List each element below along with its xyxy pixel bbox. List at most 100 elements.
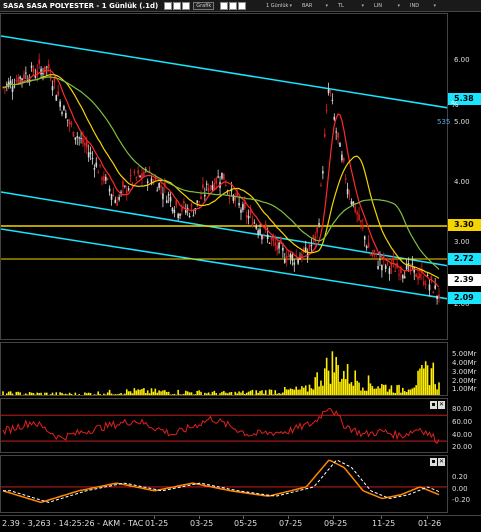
candle-body: [101, 177, 103, 180]
candle-body: [150, 178, 153, 183]
price-axis: 6.00 5.00 4.00 3.00 2.00 5.38 3.30 2.72 …: [448, 13, 481, 340]
toolbar-mini-button[interactable]: Grafik: [193, 1, 215, 10]
toolbar-check-6[interactable]: [238, 1, 247, 10]
volume-bar: [137, 389, 139, 395]
volume-bar: [362, 387, 364, 395]
volume-bar: [407, 389, 410, 395]
volume-bar: [348, 383, 351, 395]
toolbar-check-4[interactable]: [220, 1, 229, 10]
volume-bar: [308, 384, 311, 395]
rsi-close-icon[interactable]: ✕: [438, 401, 445, 409]
candle-body: [268, 242, 271, 244]
volume-bar: [358, 382, 360, 395]
candle-body: [122, 181, 124, 187]
volume-bar: [85, 393, 88, 395]
candle-body: [66, 119, 69, 121]
volume-bar: [4, 395, 6, 396]
volume-bar: [236, 393, 238, 395]
volume-bar: [112, 394, 115, 395]
candle-body: [259, 229, 261, 234]
price-tick: 6.00: [454, 56, 470, 64]
volume-bar: [325, 357, 328, 395]
menu-chart-type[interactable]: BAR: [298, 3, 334, 9]
rsi-chart[interactable]: [1, 399, 448, 453]
rsi-panel[interactable]: [0, 398, 448, 453]
macd-close-icon[interactable]: ✕: [438, 458, 445, 466]
volume-bar: [276, 393, 278, 395]
candle-body: [417, 276, 419, 280]
menu-period[interactable]: 1 Günlük: [262, 3, 298, 9]
rsi-minimize-icon[interactable]: ▪: [430, 401, 437, 409]
volume-chart[interactable]: [1, 343, 448, 396]
volume-bar: [169, 394, 172, 395]
candle-body: [57, 91, 60, 96]
volume-bar: [188, 392, 191, 395]
candle-body: [209, 185, 212, 188]
volume-bar: [301, 386, 303, 395]
candle-body: [274, 242, 277, 246]
volume-bar: [247, 391, 250, 395]
macd-chart[interactable]: [1, 456, 448, 513]
volume-bar: [263, 393, 265, 395]
volume-bar: [23, 394, 25, 395]
volume-bar: [282, 392, 284, 395]
volume-bar: [409, 389, 412, 395]
candle-body: [175, 200, 178, 206]
candle-body: [434, 285, 436, 289]
candle-body: [255, 225, 258, 229]
volume-bar: [59, 392, 61, 395]
candle-body: [354, 206, 357, 213]
volume-bar: [316, 372, 318, 395]
candle-body: [192, 215, 195, 217]
candle-body: [82, 137, 84, 144]
volume-bar: [341, 378, 343, 395]
candle-body: [74, 137, 77, 140]
toolbar-checkboxes-2: [220, 1, 247, 10]
volume-bar: [101, 395, 103, 396]
macd-minimize-icon[interactable]: ▪: [430, 458, 437, 466]
toolbar-check-5[interactable]: [229, 1, 238, 10]
volume-bar: [181, 394, 183, 395]
candle-body: [247, 215, 250, 219]
candle-body: [146, 181, 149, 184]
toolbar-check-1[interactable]: [164, 1, 173, 10]
volume-bar: [356, 380, 358, 395]
volume-bar: [28, 392, 31, 395]
volume-bar: [424, 361, 427, 395]
volume-bar: [413, 387, 416, 395]
volume-bar: [9, 391, 12, 395]
candle-body: [223, 173, 225, 180]
volume-bar: [99, 394, 101, 395]
volume-bar: [352, 385, 355, 395]
price-panel[interactable]: [0, 13, 448, 340]
candle-body: [59, 101, 61, 107]
volume-bar: [65, 393, 67, 395]
menu-currency[interactable]: TL: [334, 3, 370, 9]
candle-body: [392, 256, 395, 262]
menu-scale[interactable]: LIN: [370, 3, 406, 9]
rsi-tick: 20.00: [452, 443, 473, 451]
menu-indicator[interactable]: IND: [406, 3, 442, 9]
candle-body: [398, 274, 400, 276]
date-label: 01-26: [418, 519, 442, 528]
toolbar-menu: 1 Günlük BAR TL LIN IND: [262, 0, 442, 12]
toolbar-check-3[interactable]: [182, 1, 191, 10]
candle-body: [78, 137, 80, 139]
volume-bar: [63, 394, 65, 395]
chart-title: SASA SASA POLYESTER - 1 Günlük (.1d): [3, 1, 159, 10]
candle-body: [65, 112, 67, 118]
volume-bar: [53, 394, 56, 395]
volume-bar: [156, 392, 159, 395]
volume-bar: [19, 392, 21, 395]
price-chart[interactable]: [1, 14, 448, 340]
volume-bar: [105, 394, 107, 395]
volume-bar: [303, 387, 305, 395]
volume-bar: [108, 389, 111, 395]
volume-panel[interactable]: [0, 342, 448, 396]
macd-panel[interactable]: [0, 455, 448, 513]
macd-tick: -0.20: [452, 496, 471, 504]
toolbar-check-2[interactable]: [173, 1, 182, 10]
volume-bar: [57, 394, 60, 395]
candle-body: [263, 233, 265, 235]
volume-bar: [323, 368, 326, 395]
